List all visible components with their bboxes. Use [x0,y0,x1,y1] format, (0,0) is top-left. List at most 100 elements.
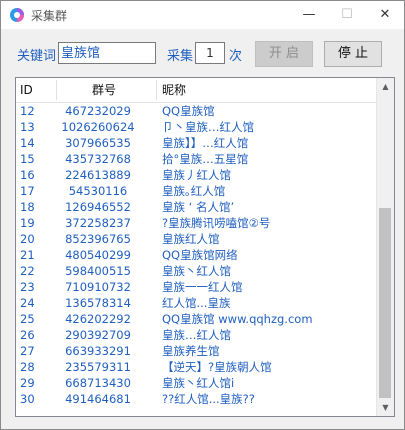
row-nickname-cell: 皇族 ‘ 名人馆’ [162,200,235,214]
scrollbar-thumb[interactable] [379,208,391,398]
row-nickname-cell: QQ皇族馆网络 [162,248,238,262]
table-row[interactable]: 18 126946552 皇族 ‘ 名人馆’ [16,199,378,215]
row-nickname-cell: 卩丶皇族…红人馆 [162,120,254,134]
times-label: 次 [229,49,243,64]
table-row[interactable]: 25 426202292 QQ皇族馆 www.qqhzg.com [16,311,378,327]
column-divider[interactable] [156,80,157,100]
close-button[interactable]: ✕ [366,1,404,29]
table-row[interactable]: 24 136578314 红人馆...皇族 [16,295,378,311]
row-id-cell: 25 [20,312,35,326]
table-row[interactable]: 21 480540299 QQ皇族馆网络 [16,247,378,263]
keyword-label: 关键词 [17,49,57,64]
row-group-number-cell: 852396765 [65,232,131,246]
column-header-id[interactable]: ID [20,78,33,102]
table-row[interactable]: 22 598400515 皇族丶红人馆 [16,263,378,279]
row-id-cell: 29 [20,376,35,390]
table-row[interactable]: 28 235579311 【逆天】?皇族朝人馆 [16,359,378,375]
table-row[interactable]: 13 1026260624 卩丶皇族…红人馆 [16,119,378,135]
group-list[interactable]: ID 群号 昵称 12 467232029 QQ皇族馆 13 1026260624 卩丶皇… [15,77,395,417]
row-group-number-cell: 491464681 [65,392,131,406]
row-nickname-cell: 皇族…红人馆 [162,328,231,342]
row-id-cell: 17 [20,184,35,198]
row-id-cell: 22 [20,264,35,278]
row-group-number-cell: 663933291 [65,344,131,358]
list-header: ID 群号 昵称 [16,78,394,103]
row-group-number-cell: 372258237 [65,216,131,230]
row-nickname-cell: 【逆天】?皇族朝人馆 [162,360,272,374]
row-nickname-cell: 皇族】】…红人馆 [162,136,249,150]
row-nickname-cell: ??红人馆...皇族?? [162,392,255,406]
row-id-cell: 27 [20,344,35,358]
row-id-cell: 24 [20,296,35,310]
row-nickname-cell: QQ皇族馆 www.qqhzg.com [162,312,313,326]
row-group-number-cell: 668713430 [65,376,131,390]
table-row[interactable]: 29 668713430 皇族丶红人馆i [16,375,378,391]
column-divider[interactable] [56,80,57,100]
table-row[interactable]: 14 307966535 皇族】】…红人馆 [16,135,378,151]
row-group-number-cell: 290392709 [65,328,131,342]
table-row[interactable]: 23 710910732 皇族一一红人馆 [16,279,378,295]
row-nickname-cell: 皇族｡红人馆 [162,184,226,198]
table-row[interactable]: 16 224613889 皇族丿红人馆 [16,167,378,183]
row-nickname-cell: 皇族丶红人馆i [162,376,235,390]
start-button[interactable]: 开 启 [255,41,313,67]
scroll-down-icon[interactable]: ▼ [377,399,394,416]
table-row[interactable]: 12 467232029 QQ皇族馆 [16,103,378,119]
row-nickname-cell: 皇族一一红人馆 [162,280,243,294]
table-row[interactable]: 30 491464681 ??红人馆...皇族?? [16,391,378,407]
row-group-number-cell: 435732768 [65,152,131,166]
row-group-number-cell: 1026260624 [61,120,135,134]
row-group-number-cell: 598400515 [65,264,131,278]
row-nickname-cell: QQ皇族馆 [162,104,215,118]
count-input[interactable]: 1 [195,42,225,64]
row-id-cell: 28 [20,360,35,374]
table-row[interactable]: 26 290392709 皇族…红人馆 [16,327,378,343]
row-id-cell: 26 [20,328,35,342]
row-group-number-cell: 467232029 [65,104,131,118]
app-logo-icon [10,8,24,22]
row-nickname-cell: 皇族丿红人馆 [162,168,231,182]
row-id-cell: 19 [20,216,35,230]
row-id-cell: 23 [20,280,35,294]
title-bar[interactable]: 采集群 — ☐ ✕ [1,1,404,29]
table-row[interactable]: 17 54530116 皇族｡红人馆 [16,183,378,199]
row-id-cell: 14 [20,136,35,150]
row-id-cell: 15 [20,152,35,166]
scroll-up-icon[interactable]: ▲ [377,78,394,95]
row-id-cell: 12 [20,104,35,118]
row-id-cell: 13 [20,120,35,134]
minimize-button[interactable]: — [290,1,328,29]
row-group-number-cell: 235579311 [65,360,131,374]
list-rows: 12 467232029 QQ皇族馆 13 1026260624 卩丶皇族…红人馆 14 30… [16,103,378,407]
row-nickname-cell: 皇族丶红人馆 [162,264,231,278]
row-id-cell: 16 [20,168,35,182]
row-id-cell: 20 [20,232,35,246]
row-nickname-cell: 皇族红人馆 [162,232,220,246]
keyword-input[interactable]: 皇族馆 [58,42,156,64]
row-id-cell: 21 [20,248,35,262]
row-nickname-cell: 红人馆...皇族 [162,296,231,310]
table-row[interactable]: 15 435732768 拾°皇族…五星馆 [16,151,378,167]
table-row[interactable]: 20 852396765 皇族红人馆 [16,231,378,247]
row-group-number-cell: 224613889 [65,168,131,182]
row-group-number-cell: 126946552 [65,200,131,214]
row-group-number-cell: 54530116 [68,184,128,198]
row-group-number-cell: 307966535 [65,136,131,150]
row-id-cell: 30 [20,392,35,406]
stop-button[interactable]: 停 止 [324,41,382,67]
row-nickname-cell: 拾°皇族…五星馆 [162,152,249,166]
row-nickname-cell: 皇族养生馆 [162,344,220,358]
row-nickname-cell: ?皇族腾讯唠嗑馆②号 [162,216,271,230]
row-group-number-cell: 710910732 [65,280,131,294]
row-group-number-cell: 480540299 [65,248,131,262]
column-header-nickname[interactable]: 昵称 [162,78,186,102]
vertical-scrollbar[interactable]: ▲ ▼ [376,78,394,416]
row-id-cell: 18 [20,200,35,214]
collect-label: 采集 [167,49,194,64]
table-row[interactable]: 19 372258237 ?皇族腾讯唠嗑馆②号 [16,215,378,231]
row-group-number-cell: 426202292 [65,312,131,326]
table-row[interactable]: 27 663933291 皇族养生馆 [16,343,378,359]
maximize-button[interactable]: ☐ [328,1,366,29]
column-header-group-number[interactable]: 群号 [92,78,116,102]
window-title: 采集群 [31,9,68,23]
